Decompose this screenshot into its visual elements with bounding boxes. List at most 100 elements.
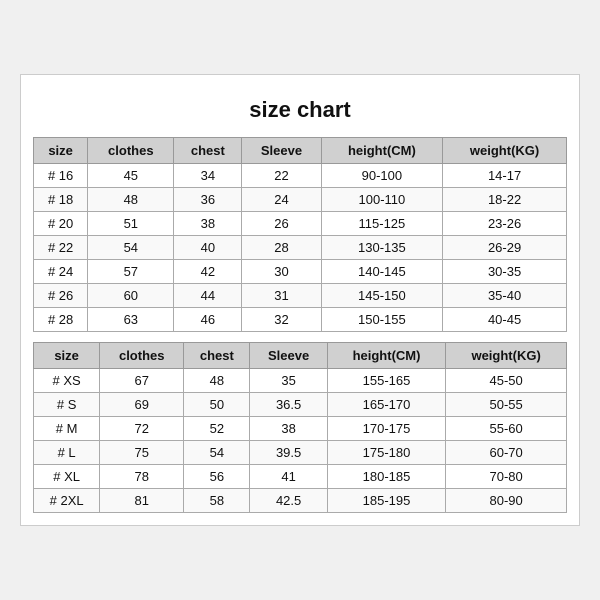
table-cell: 38 bbox=[174, 212, 242, 236]
table-cell: 44 bbox=[174, 284, 242, 308]
table-cell: 51 bbox=[88, 212, 174, 236]
table2-header-cell: chest bbox=[184, 343, 250, 369]
table-cell: # 20 bbox=[34, 212, 88, 236]
table-cell: 54 bbox=[88, 236, 174, 260]
table2-header-cell: size bbox=[34, 343, 100, 369]
table-cell: 115-125 bbox=[321, 212, 443, 236]
table-cell: 46 bbox=[174, 308, 242, 332]
table-cell: 150-155 bbox=[321, 308, 443, 332]
table-cell: # 22 bbox=[34, 236, 88, 260]
table-cell: # 2XL bbox=[34, 489, 100, 513]
table-cell: 78 bbox=[100, 465, 184, 489]
table1-header-cell: height(CM) bbox=[321, 138, 443, 164]
table1-header-cell: weight(KG) bbox=[443, 138, 567, 164]
table-cell: 30-35 bbox=[443, 260, 567, 284]
table-cell: # 24 bbox=[34, 260, 88, 284]
table-cell: 30 bbox=[242, 260, 321, 284]
table-cell: # M bbox=[34, 417, 100, 441]
table-cell: 80-90 bbox=[446, 489, 567, 513]
size-table-2: sizeclotheschestSleeveheight(CM)weight(K… bbox=[33, 342, 567, 513]
table-row: # 18483624100-11018-22 bbox=[34, 188, 567, 212]
table-cell: 35-40 bbox=[443, 284, 567, 308]
table-cell: 63 bbox=[88, 308, 174, 332]
table-cell: 35 bbox=[250, 369, 327, 393]
table-cell: 26 bbox=[242, 212, 321, 236]
table-cell: 52 bbox=[184, 417, 250, 441]
table1-header-cell: chest bbox=[174, 138, 242, 164]
table-cell: 36.5 bbox=[250, 393, 327, 417]
table-cell: 48 bbox=[88, 188, 174, 212]
table-cell: 75 bbox=[100, 441, 184, 465]
table-cell: 50-55 bbox=[446, 393, 567, 417]
table-cell: 60-70 bbox=[446, 441, 567, 465]
table-cell: 42.5 bbox=[250, 489, 327, 513]
table-cell: 185-195 bbox=[327, 489, 445, 513]
table-cell: 100-110 bbox=[321, 188, 443, 212]
table-cell: 170-175 bbox=[327, 417, 445, 441]
table-row: # M725238170-17555-60 bbox=[34, 417, 567, 441]
table-cell: 57 bbox=[88, 260, 174, 284]
table1-header-cell: size bbox=[34, 138, 88, 164]
table-row: # S695036.5165-17050-55 bbox=[34, 393, 567, 417]
table-row: # 26604431145-15035-40 bbox=[34, 284, 567, 308]
table2-header-row: sizeclotheschestSleeveheight(CM)weight(K… bbox=[34, 343, 567, 369]
table-cell: 54 bbox=[184, 441, 250, 465]
table-cell: # 26 bbox=[34, 284, 88, 308]
table-cell: # 16 bbox=[34, 164, 88, 188]
table1-header-cell: Sleeve bbox=[242, 138, 321, 164]
table-cell: # XS bbox=[34, 369, 100, 393]
table-cell: 18-22 bbox=[443, 188, 567, 212]
table-row: # XL785641180-18570-80 bbox=[34, 465, 567, 489]
table-cell: # 28 bbox=[34, 308, 88, 332]
table1-header-cell: clothes bbox=[88, 138, 174, 164]
table-row: # 28634632150-15540-45 bbox=[34, 308, 567, 332]
table-cell: # S bbox=[34, 393, 100, 417]
table-row: # 20513826115-12523-26 bbox=[34, 212, 567, 236]
table-cell: 81 bbox=[100, 489, 184, 513]
table-cell: 48 bbox=[184, 369, 250, 393]
table-row: # L755439.5175-18060-70 bbox=[34, 441, 567, 465]
table-cell: 45 bbox=[88, 164, 174, 188]
table2-header-cell: clothes bbox=[100, 343, 184, 369]
table-cell: 56 bbox=[184, 465, 250, 489]
table-cell: 40-45 bbox=[443, 308, 567, 332]
table-cell: 28 bbox=[242, 236, 321, 260]
table-cell: 34 bbox=[174, 164, 242, 188]
table-cell: 72 bbox=[100, 417, 184, 441]
table-cell: 50 bbox=[184, 393, 250, 417]
table-cell: 60 bbox=[88, 284, 174, 308]
table-row: # 24574230140-14530-35 bbox=[34, 260, 567, 284]
table2-header-cell: Sleeve bbox=[250, 343, 327, 369]
table-cell: 69 bbox=[100, 393, 184, 417]
table-cell: 155-165 bbox=[327, 369, 445, 393]
table-cell: 58 bbox=[184, 489, 250, 513]
table-cell: # XL bbox=[34, 465, 100, 489]
table-cell: 26-29 bbox=[443, 236, 567, 260]
table2-header-cell: height(CM) bbox=[327, 343, 445, 369]
table-cell: 14-17 bbox=[443, 164, 567, 188]
table-gap bbox=[33, 332, 567, 342]
table-cell: 55-60 bbox=[446, 417, 567, 441]
table1-header-row: sizeclotheschestSleeveheight(CM)weight(K… bbox=[34, 138, 567, 164]
table-cell: 22 bbox=[242, 164, 321, 188]
table-cell: 23-26 bbox=[443, 212, 567, 236]
table-cell: 140-145 bbox=[321, 260, 443, 284]
size-chart-container: size chart sizeclotheschestSleeveheight(… bbox=[20, 74, 580, 526]
table-cell: 42 bbox=[174, 260, 242, 284]
table-cell: 39.5 bbox=[250, 441, 327, 465]
table-row: # 1645342290-10014-17 bbox=[34, 164, 567, 188]
table-cell: 31 bbox=[242, 284, 321, 308]
table-cell: 90-100 bbox=[321, 164, 443, 188]
table-cell: 130-135 bbox=[321, 236, 443, 260]
table-cell: 24 bbox=[242, 188, 321, 212]
table-cell: 70-80 bbox=[446, 465, 567, 489]
table-cell: 38 bbox=[250, 417, 327, 441]
table-cell: 180-185 bbox=[327, 465, 445, 489]
table-cell: 45-50 bbox=[446, 369, 567, 393]
table-row: # XS674835155-16545-50 bbox=[34, 369, 567, 393]
table-cell: # L bbox=[34, 441, 100, 465]
size-table-1: sizeclotheschestSleeveheight(CM)weight(K… bbox=[33, 137, 567, 332]
table-row: # 2XL815842.5185-19580-90 bbox=[34, 489, 567, 513]
table-row: # 22544028130-13526-29 bbox=[34, 236, 567, 260]
table-cell: 41 bbox=[250, 465, 327, 489]
